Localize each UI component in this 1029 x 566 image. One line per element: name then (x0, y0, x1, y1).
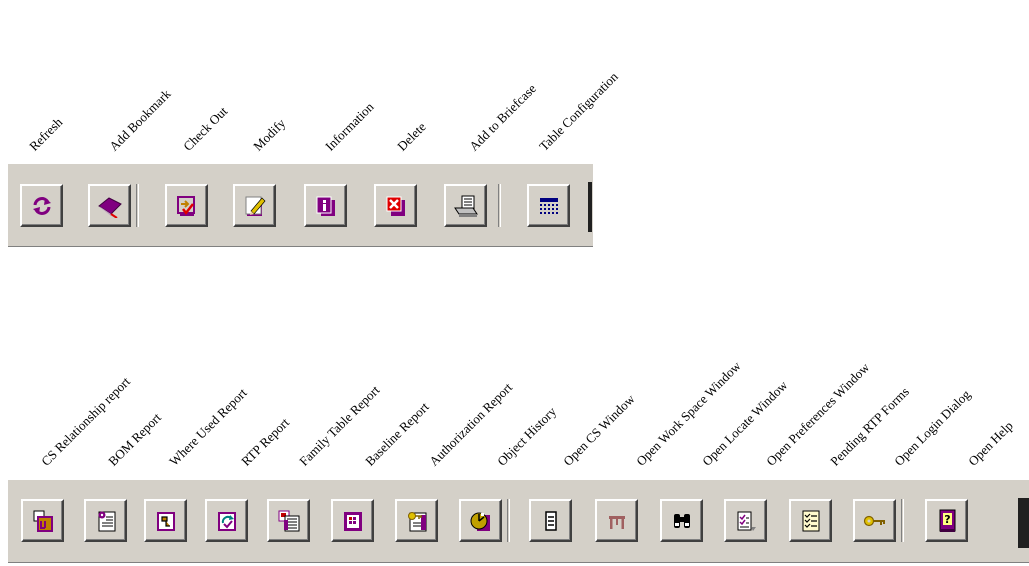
refresh-button[interactable] (20, 184, 63, 227)
object-history-button[interactable] (459, 499, 502, 542)
pending-rtp-forms-button[interactable] (789, 499, 832, 542)
open-login-dialog-button[interactable] (853, 499, 896, 542)
object-history-icon (470, 512, 490, 531)
label-open-cs-window: Open CS Window (560, 391, 638, 469)
binoculars-icon (673, 513, 690, 528)
check-out-icon (176, 195, 195, 216)
cs-relationship-report-button[interactable] (21, 499, 64, 542)
open-work-space-window-button[interactable] (595, 499, 638, 542)
briefcase-icon (453, 195, 478, 217)
rtp-report-icon (217, 511, 236, 531)
label-modify: Modify (250, 115, 289, 154)
add-to-briefcase-button[interactable] (444, 184, 487, 227)
separator (901, 499, 904, 542)
modify-pencil-icon (245, 196, 265, 216)
toolbar-edge (1018, 498, 1029, 548)
family-table-icon (278, 510, 299, 531)
bom-report-button[interactable] (84, 499, 127, 542)
open-cs-window-button[interactable] (529, 499, 572, 542)
label-delete: Delete (394, 119, 429, 154)
refresh-icon (32, 196, 51, 215)
label-where-used-report: Where Used Report (166, 385, 250, 469)
open-help-button[interactable]: ? (925, 499, 968, 542)
login-key-icon (863, 515, 885, 526)
baseline-report-button[interactable] (331, 499, 374, 542)
label-add-bookmark: Add Bookmark (106, 86, 174, 154)
where-used-icon (156, 511, 175, 531)
preferences-checklist-icon (737, 511, 756, 531)
label-rtp-report: RTP Report (238, 414, 292, 469)
delete-button[interactable] (374, 184, 417, 227)
table-config-icon (539, 197, 558, 214)
delete-icon (386, 196, 405, 216)
authorization-key-icon (407, 511, 426, 531)
label-baseline-report: Baseline Report (362, 399, 432, 469)
check-out-button[interactable] (165, 184, 208, 227)
label-add-to-briefcase: Add to Briefcase (466, 80, 539, 154)
bom-report-icon (98, 511, 115, 531)
table-configuration-button[interactable] (527, 184, 570, 227)
label-open-preferences-window: Open Preferences Window (763, 359, 873, 469)
label-refresh: Refresh (26, 114, 66, 154)
pending-forms-icon (802, 510, 819, 531)
cs-window-icon (544, 510, 557, 531)
add-bookmark-button[interactable] (88, 184, 131, 227)
label-bom-report: BOM Report (105, 409, 164, 469)
toolbar-bottom: ? (8, 479, 1029, 563)
work-space-window-icon (608, 515, 625, 529)
separator (136, 184, 139, 227)
label-table-configuration: Table Configuration (536, 68, 621, 154)
cs-relationship-icon (33, 510, 53, 532)
information-icon (316, 196, 335, 216)
help-book-icon: ? (939, 509, 955, 532)
svg-text:?: ? (944, 513, 950, 526)
open-locate-window-button[interactable] (660, 499, 703, 542)
where-used-report-button[interactable] (144, 499, 187, 542)
modify-button[interactable] (233, 184, 276, 227)
bookmark-book-icon (97, 196, 122, 218)
rtp-report-button[interactable] (205, 499, 248, 542)
open-preferences-window-button[interactable] (724, 499, 767, 542)
toolbar-edge (588, 182, 592, 232)
label-check-out: Check Out (180, 103, 231, 154)
label-information: Information (322, 99, 377, 154)
family-table-report-button[interactable] (267, 499, 310, 542)
separator (498, 184, 501, 227)
toolbar-top (8, 163, 593, 247)
information-button[interactable] (304, 184, 347, 227)
authorization-report-button[interactable] (395, 499, 438, 542)
separator (507, 499, 510, 542)
baseline-report-icon (343, 511, 362, 531)
label-open-help: Open Help (965, 418, 1016, 469)
label-object-history: Object History (494, 403, 560, 469)
